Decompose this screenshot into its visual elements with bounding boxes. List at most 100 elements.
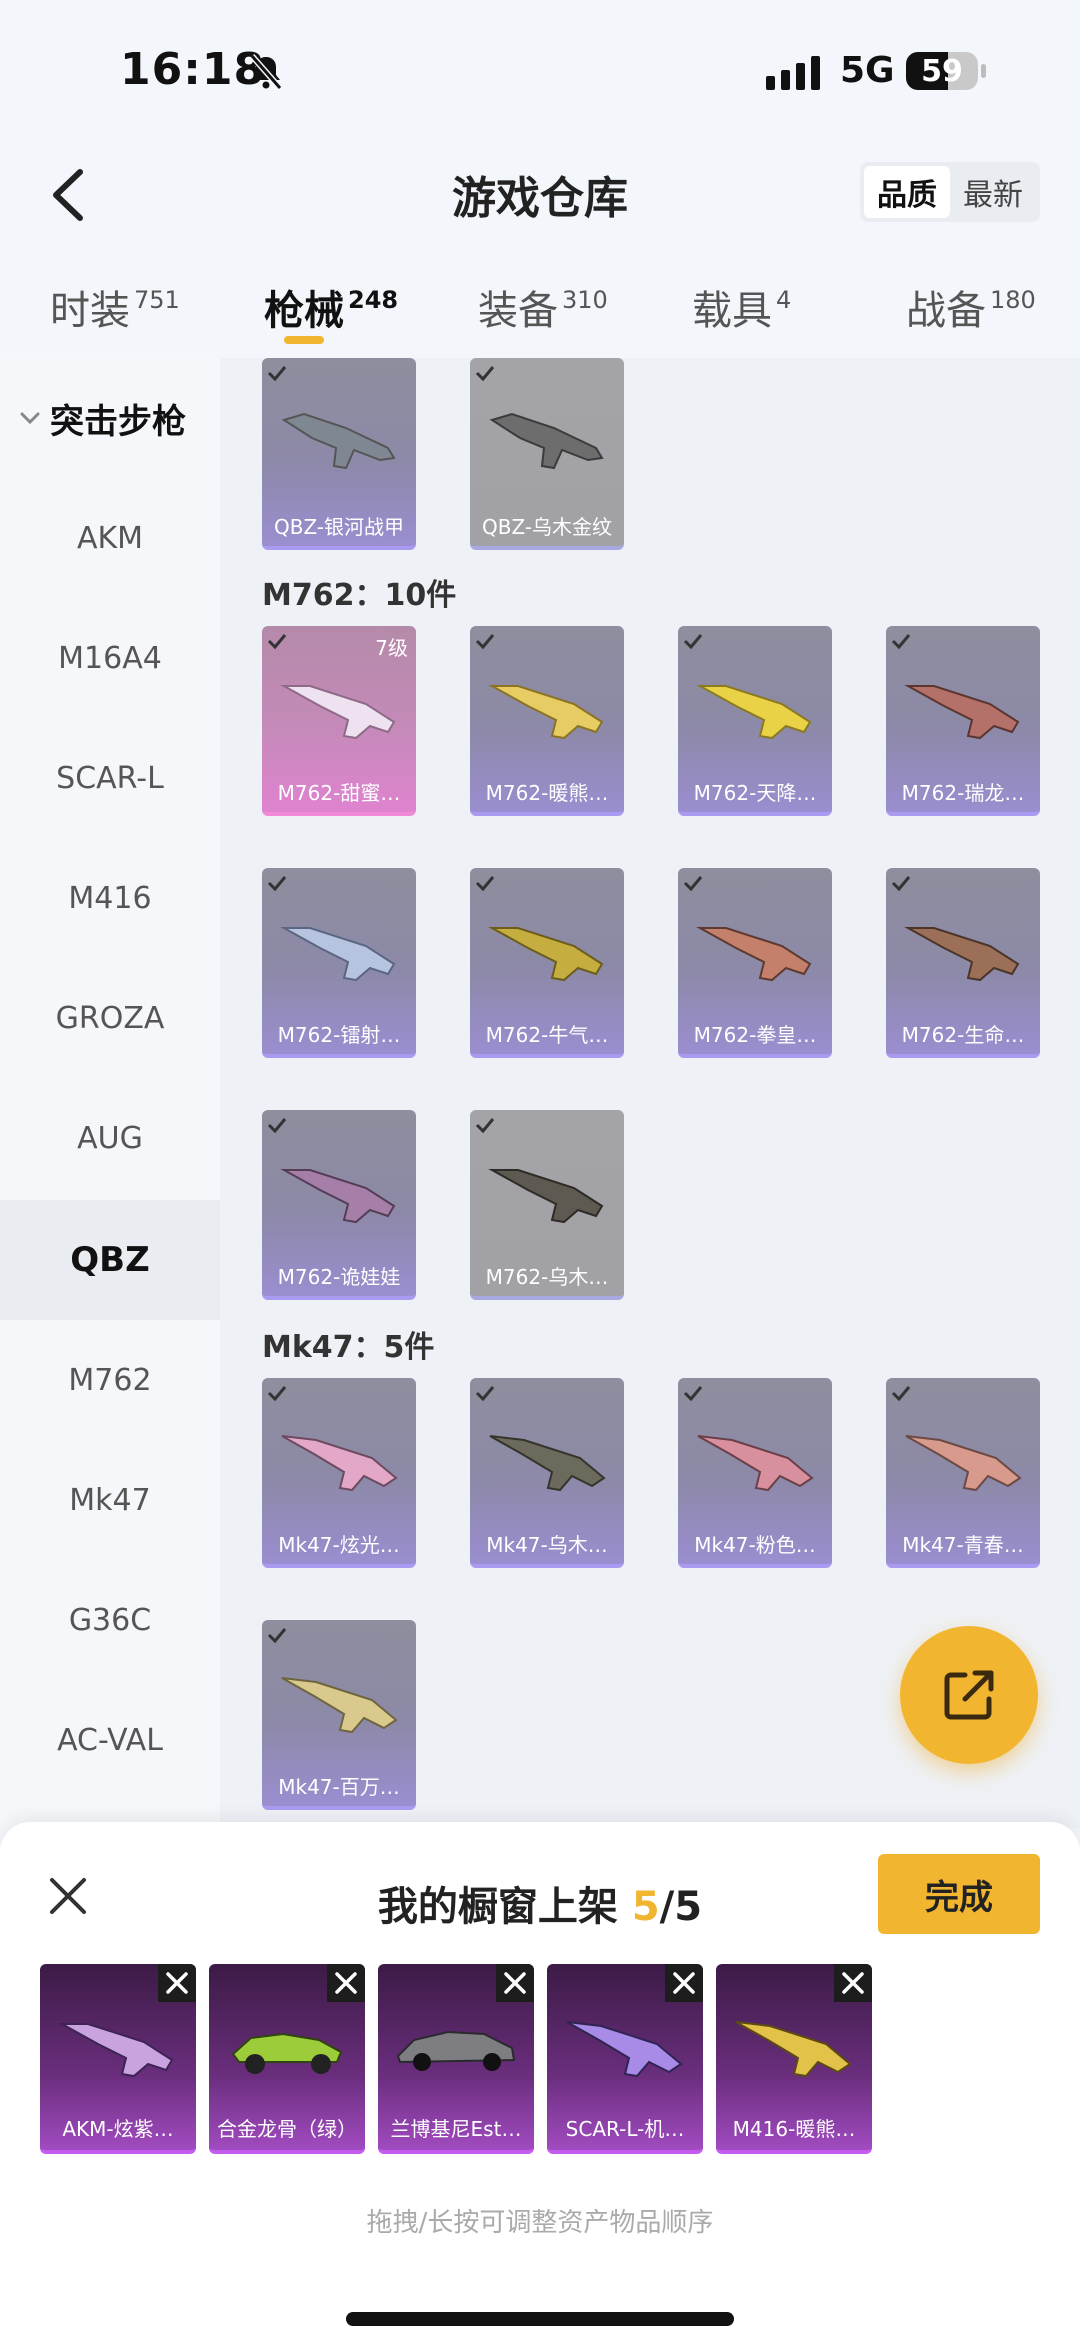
skin-card[interactable]: Mk47-炫光… xyxy=(262,1378,416,1568)
sidebar-item-m416[interactable]: M416 xyxy=(0,838,220,958)
sidebar-item-m16a4[interactable]: M16A4 xyxy=(0,598,220,718)
gun-image xyxy=(904,927,1020,982)
skin-name: M762-生命… xyxy=(901,1023,1025,1047)
sidebar-item-akm[interactable]: AKM xyxy=(0,478,220,598)
tab-guns[interactable]: 枪械 248 xyxy=(264,278,398,336)
check-icon xyxy=(683,876,703,892)
sidebar-item-scar-l[interactable]: SCAR-L xyxy=(0,718,220,838)
header: 游戏仓库 品质 最新 xyxy=(0,140,1080,250)
sort-quality-option[interactable]: 品质 xyxy=(864,166,950,218)
close-icon xyxy=(166,1972,188,1994)
battery-icon: 59 xyxy=(906,52,986,90)
check-icon xyxy=(475,1118,495,1134)
showcase-item[interactable]: M416-暖熊… xyxy=(716,1964,872,2154)
gun-image xyxy=(697,1435,814,1492)
car-image xyxy=(396,2030,516,2071)
skin-card[interactable]: M762-拳皇… xyxy=(678,868,832,1058)
gun-image xyxy=(696,685,812,740)
tab-fashion[interactable]: 时装 751 xyxy=(50,278,180,336)
showcase-item-name: SCAR-L-机… xyxy=(565,2117,685,2141)
check-icon xyxy=(267,1118,287,1134)
sidebar-heading[interactable]: 突击步枪 xyxy=(16,388,186,448)
check-icon xyxy=(891,1386,911,1402)
skin-name: Mk47-青春… xyxy=(902,1533,1024,1557)
gun-image xyxy=(566,2021,683,2078)
gun-image xyxy=(280,685,396,740)
sidebar-item-ac-val[interactable]: AC-VAL xyxy=(0,1680,220,1800)
remove-button[interactable] xyxy=(327,1964,365,2002)
sidebar-item-g36c[interactable]: G36C xyxy=(0,1560,220,1680)
showcase-item[interactable]: 兰博基尼Est… xyxy=(378,1964,534,2154)
skin-name: M762-乌木… xyxy=(485,1265,609,1289)
close-icon xyxy=(673,1972,695,1994)
skin-card[interactable]: Mk47-乌木… xyxy=(470,1378,624,1568)
skin-card[interactable]: Mk47-粉色… xyxy=(678,1378,832,1568)
check-icon xyxy=(267,1386,287,1402)
remove-button[interactable] xyxy=(834,1964,872,2002)
signal-icon xyxy=(766,56,820,90)
check-icon xyxy=(475,876,495,892)
gun-image xyxy=(281,412,396,470)
gun-image xyxy=(489,412,604,470)
check-icon xyxy=(267,876,287,892)
skin-name: Mk47-炫光… xyxy=(278,1533,400,1557)
skin-name: QBZ-乌木金纹 xyxy=(481,515,613,539)
share-button[interactable] xyxy=(900,1626,1038,1764)
skin-card[interactable]: QBZ-乌木金纹 xyxy=(470,358,624,550)
skin-name: M762-甜蜜… xyxy=(277,781,401,805)
skin-card[interactable]: M762-天降… xyxy=(678,626,832,816)
skin-card[interactable]: M762-诡娃娃 xyxy=(262,1110,416,1300)
gun-image xyxy=(281,1435,398,1492)
home-indicator[interactable] xyxy=(346,2312,734,2326)
sidebar-item-groza[interactable]: GROZA xyxy=(0,958,220,1078)
skin-name: Mk47-百万… xyxy=(278,1775,400,1799)
check-icon xyxy=(891,634,911,650)
skin-name: M762-牛气… xyxy=(485,1023,609,1047)
skin-card[interactable]: QBZ-银河战甲 xyxy=(262,358,416,550)
showcase-item[interactable]: SCAR-L-机… xyxy=(547,1964,703,2154)
gun-image xyxy=(696,927,812,982)
gun-image xyxy=(488,685,604,740)
showcase-count: 5 xyxy=(631,1884,660,1930)
sidebar-item-m762[interactable]: M762 xyxy=(0,1320,220,1440)
gun-image xyxy=(735,2021,852,2078)
showcase-item[interactable]: 合金龙骨（绿） xyxy=(209,1964,365,2154)
remove-button[interactable] xyxy=(496,1964,534,2002)
skin-card[interactable]: M762-暖熊… xyxy=(470,626,624,816)
chevron-down-icon xyxy=(20,412,40,425)
showcase-item-name: 兰博基尼Est… xyxy=(390,2117,522,2141)
skin-card[interactable]: M762-生命… xyxy=(886,868,1040,1058)
skin-card[interactable]: Mk47-青春… xyxy=(886,1378,1040,1568)
remove-button[interactable] xyxy=(665,1964,703,2002)
gun-image xyxy=(488,927,604,982)
gun-image xyxy=(58,2023,174,2078)
skin-card[interactable]: 7级 M762-甜蜜… xyxy=(262,626,416,816)
tab-supplies[interactable]: 战备 180 xyxy=(906,278,1036,336)
skin-card[interactable]: Mk47-百万… xyxy=(262,1620,416,1810)
skin-card[interactable]: M762-牛气… xyxy=(470,868,624,1058)
remove-button[interactable] xyxy=(158,1964,196,2002)
close-icon xyxy=(842,1972,864,1994)
sort-newest-option[interactable]: 最新 xyxy=(950,166,1036,218)
check-icon xyxy=(683,634,703,650)
reorder-hint: 拖拽/长按可调整资产物品顺序 xyxy=(366,2208,714,2238)
category-tabs: 时装 751 枪械 248 装备 310 载具 4 战备 180 xyxy=(0,260,1080,358)
sidebar-item-aug[interactable]: AUG xyxy=(0,1078,220,1198)
bell-muted-icon xyxy=(249,54,283,90)
skin-name: M762-天降… xyxy=(693,781,817,805)
done-button[interactable]: 完成 xyxy=(878,1854,1040,1934)
check-icon xyxy=(267,1628,287,1644)
skin-card[interactable]: M762-瑞龙… xyxy=(886,626,1040,816)
gun-image xyxy=(280,1169,396,1224)
skin-name: QBZ-银河战甲 xyxy=(273,515,405,539)
tab-equipment[interactable]: 装备 310 xyxy=(478,278,608,336)
sidebar-item-qbz[interactable]: QBZ xyxy=(0,1200,220,1320)
showcase-sheet: 我的橱窗上架 5/5 完成 AKM-炫紫… 合金龙骨（绿） 兰博基尼Est… S… xyxy=(0,1822,1080,2341)
showcase-item-name: M416-暖熊… xyxy=(732,2117,856,2141)
skin-card[interactable]: M762-镭射… xyxy=(262,868,416,1058)
skin-card[interactable]: M762-乌木… xyxy=(470,1110,624,1300)
sidebar-item-mk47[interactable]: Mk47 xyxy=(0,1440,220,1560)
tab-vehicles[interactable]: 载具 4 xyxy=(692,278,791,336)
status-bar: 16:18 5G 59 xyxy=(0,0,1080,140)
showcase-item[interactable]: AKM-炫紫… xyxy=(40,1964,196,2154)
